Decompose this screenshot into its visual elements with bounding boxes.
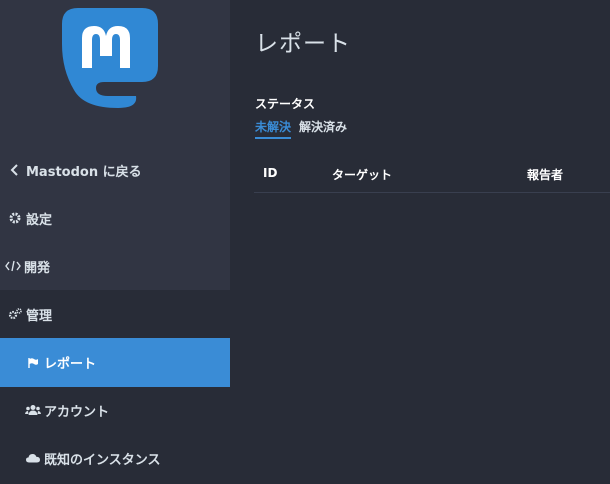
sidebar-item-instances[interactable]: 既知のインスタンス xyxy=(0,434,230,482)
admin-app: Mastodon に戻る 設定 開発 管理 レポート アカウント 既知のインスタ… xyxy=(0,0,610,484)
sidebar-item-administration[interactable]: 管理 xyxy=(0,290,230,338)
chevron-left-icon xyxy=(6,164,24,176)
sidebar-item-accounts[interactable]: アカウント xyxy=(0,386,230,434)
column-header-reporter: 報告者 xyxy=(527,168,564,182)
cloud-icon xyxy=(24,452,42,464)
sidebar-item-label: 管理 xyxy=(26,308,53,324)
reports-table: ID ターゲット 報告者 xyxy=(254,160,610,193)
sidebar-item-label: アカウント xyxy=(44,404,110,420)
sidebar-item-settings[interactable]: 設定 xyxy=(0,194,230,242)
sidebar-item-label: 既知のインスタンス xyxy=(44,452,161,468)
cogs-icon xyxy=(6,308,24,320)
mastodon-logo-icon[interactable] xyxy=(58,4,162,110)
sidebar-item-label: 開発 xyxy=(24,260,51,276)
main-content: レポート ステータス 未解決 解決済み ID ターゲット 報告者 xyxy=(230,0,610,484)
gear-icon xyxy=(6,212,24,224)
column-header-id: ID xyxy=(263,166,278,180)
sidebar-item-label: レポート xyxy=(44,357,97,372)
table-header: ID ターゲット 報告者 xyxy=(254,160,610,193)
column-header-target: ターゲット xyxy=(332,168,393,182)
filter-status-label: ステータス xyxy=(255,97,316,111)
sidebar: Mastodon に戻る 設定 開発 管理 レポート アカウント 既知のインスタ… xyxy=(0,0,230,484)
users-icon xyxy=(24,404,42,416)
filter-tab-resolved[interactable]: 解決済み xyxy=(299,118,347,139)
sidebar-item-development[interactable]: 開発 xyxy=(0,242,230,290)
back-label: Mastodon に戻る xyxy=(26,164,142,180)
filter-tabs: 未解決 解決済み xyxy=(255,118,347,139)
page-title: レポート xyxy=(255,31,351,57)
flag-icon xyxy=(24,357,42,369)
sidebar-item-reports[interactable]: レポート xyxy=(0,338,230,387)
back-to-mastodon-link[interactable]: Mastodon に戻る xyxy=(0,146,230,194)
sidebar-item-label: 設定 xyxy=(26,212,53,228)
filter-tab-unresolved[interactable]: 未解決 xyxy=(255,118,292,139)
code-icon xyxy=(4,260,22,272)
